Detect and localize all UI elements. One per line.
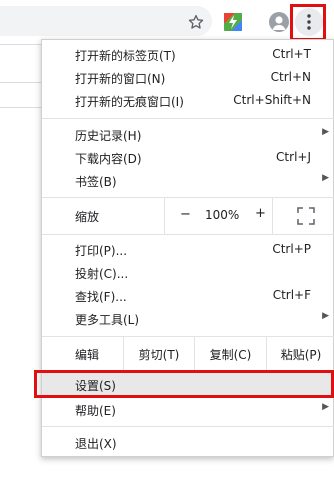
menu-item-label: 书签(B) [75,175,117,189]
menu-item-help[interactable]: 帮助(E) ▶ [42,398,334,421]
zoom-out-button[interactable]: − [180,207,191,222]
menu-item-downloads[interactable]: 下载内容(D) Ctrl+J [42,146,334,169]
menu-item-shortcut: Ctrl+Shift+N [233,93,311,107]
submenu-arrow-icon: ▶ [322,127,329,137]
page-divider [0,82,42,83]
browser-window: 打开新的标签页(T) Ctrl+T 打开新的窗口(N) Ctrl+N 打开新的无… [0,0,334,480]
zoom-row: 缩放 − 100% + [42,198,334,234]
copy-button[interactable]: 复制(C) [194,337,266,371]
submenu-arrow-icon: ▶ [322,402,329,412]
menu-item-label: 打开新的无痕窗口(I) [75,95,184,109]
menu-item-history[interactable]: 历史记录(H) ▶ [42,123,334,146]
menu-item-shortcut: Ctrl+J [276,150,311,164]
menu-item-shortcut: Ctrl+P [272,242,311,256]
avatar-icon[interactable] [269,12,289,32]
address-bar[interactable] [0,6,212,36]
menu-item-exit[interactable]: 退出(X) [42,431,334,454]
page-divider [0,107,42,108]
menu-item-label: 打印(P)... [75,244,128,258]
cut-button[interactable]: 剪切(T) [123,337,194,371]
browser-toolbar [0,0,334,44]
menu-item-shortcut: Ctrl+N [270,70,311,84]
menu-item-shortcut: Ctrl+T [272,47,311,61]
zoom-in-button[interactable]: + [255,206,266,221]
menu-item-print[interactable]: 打印(P)... Ctrl+P [42,238,334,261]
menu-item-new-incognito-window[interactable]: 打开新的无痕窗口(I) Ctrl+Shift+N [42,89,334,112]
menu-button-highlight [290,4,326,41]
copy-label: 复制(C) [209,347,252,362]
zoom-level: 100% [205,208,240,222]
menu-item-more-tools[interactable]: 更多工具(L) ▶ [42,307,334,330]
paste-button[interactable]: 粘贴(P) [266,337,334,371]
menu-separator [42,426,334,427]
menu-item-label: 退出(X) [75,437,117,451]
submenu-arrow-icon: ▶ [322,311,329,321]
menu-item-label: 帮助(E) [75,404,116,418]
menu-item-label: 投射(C)... [75,267,129,281]
edit-label: 编辑 [75,348,100,362]
extension-icon[interactable] [223,12,243,32]
menu-item-shortcut: Ctrl+F [272,288,311,302]
paste-label: 粘贴(P) [280,347,322,362]
star-icon[interactable] [185,11,207,33]
fullscreen-icon[interactable] [297,207,315,225]
zoom-label: 缩放 [75,210,100,224]
submenu-arrow-icon: ▶ [322,173,329,183]
menu-item-label: 更多工具(L) [75,313,140,327]
menu-item-label: 下载内容(D) [75,152,142,166]
menu-item-bookmarks[interactable]: 书签(B) ▶ [42,169,334,192]
cut-label: 剪切(T) [138,347,180,362]
menu-item-label: 打开新的标签页(T) [75,49,176,63]
menu-separator [42,234,334,235]
menu-separator [42,118,334,119]
menu-item-cast[interactable]: 投射(C)... [42,261,334,284]
menu-item-label: 查找(F)... [75,290,127,304]
settings-highlight [34,370,334,398]
edit-row: 编辑 剪切(T) 复制(C) 粘贴(P) [42,337,334,371]
page-divider [0,44,42,45]
menu-item-new-tab[interactable]: 打开新的标签页(T) Ctrl+T [42,43,334,66]
menu-item-label: 打开新的窗口(N) [75,72,166,86]
menu-item-find[interactable]: 查找(F)... Ctrl+F [42,284,334,307]
menu-item-label: 历史记录(H) [75,129,142,143]
menu-item-new-window[interactable]: 打开新的窗口(N) Ctrl+N [42,66,334,89]
